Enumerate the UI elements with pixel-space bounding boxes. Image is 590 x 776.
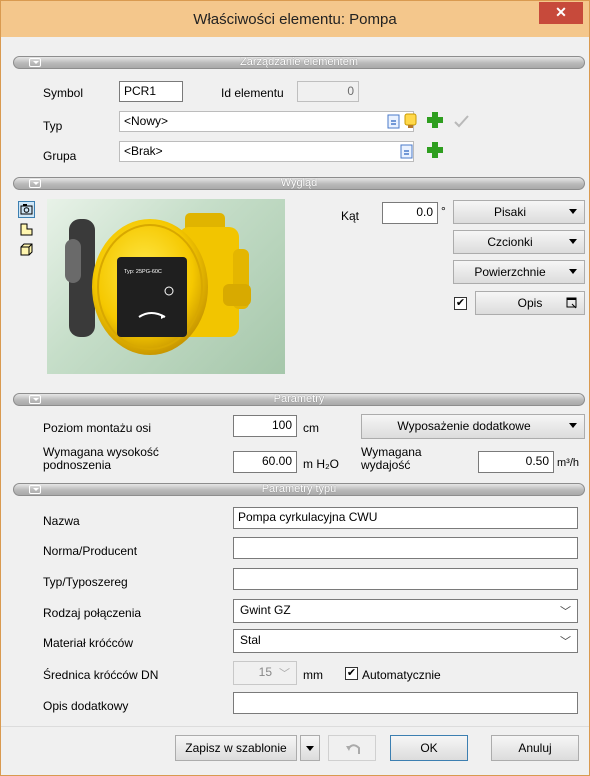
material-value: Stal: [240, 633, 261, 647]
view-camera-icon[interactable]: [18, 201, 35, 218]
lightbulb-icon[interactable]: [402, 113, 419, 130]
connection-select[interactable]: Gwint GZ ﹀: [233, 599, 578, 623]
extra-desc-input[interactable]: [233, 692, 578, 714]
chevron-down-icon: [306, 746, 314, 751]
undo-icon: [346, 744, 360, 754]
pens-label: Pisaki: [493, 205, 526, 219]
name-label: Nazwa: [43, 514, 80, 528]
surfaces-label: Powierzchnie: [474, 265, 546, 279]
chevron-down-icon: [569, 269, 577, 274]
norm-input[interactable]: [233, 537, 578, 559]
required-flow-unit: m³/h: [557, 457, 579, 469]
view-3d-icon[interactable]: [18, 241, 35, 258]
element-preview-image: Typ: 25PG-60C: [47, 199, 285, 374]
ok-button[interactable]: OK: [390, 735, 468, 761]
open-window-icon: [566, 297, 577, 309]
series-input[interactable]: [233, 568, 578, 590]
connection-label: Rodzaj połączenia: [43, 606, 142, 620]
add-group-icon[interactable]: [425, 140, 445, 160]
angle-input[interactable]: 0.0: [382, 202, 438, 224]
norm-label: Norma/Producent: [43, 544, 138, 558]
save-template-button[interactable]: Zapisz w szablonie: [175, 735, 297, 761]
window-title: Właściwości elementu: Pompa: [193, 11, 397, 28]
title-bar[interactable]: Właściwości elementu: Pompa ✕: [1, 1, 589, 37]
close-button[interactable]: ✕: [539, 2, 583, 24]
required-height-label: Wymagana wysokość podnoszenia: [43, 445, 159, 472]
section-header-management[interactable]: Zarządzanie elementem: [13, 56, 585, 69]
name-input[interactable]: Pompa cyrkulacyjna CWU: [233, 507, 578, 529]
view-2d-icon[interactable]: [18, 221, 35, 238]
required-height-unit: m H₂O: [303, 457, 339, 471]
extra-equipment-label: Wyposażenie dodatkowe: [397, 419, 531, 433]
connection-value: Gwint GZ: [240, 603, 291, 617]
material-label: Materiał króćców: [43, 636, 134, 650]
extra-equipment-dropdown-button[interactable]: Wyposażenie dodatkowe: [361, 414, 585, 439]
pump-type-label: Typ: 25PG-60C: [124, 269, 162, 275]
section-title: Zarządzanie elementem: [239, 56, 358, 68]
description-checkbox[interactable]: ✔: [454, 297, 467, 310]
axis-level-input[interactable]: 100: [233, 415, 297, 437]
chevron-down-icon: ﹀: [560, 606, 571, 618]
chevron-down-icon: ﹀: [279, 668, 290, 680]
section-header-parameters[interactable]: Parametry: [13, 393, 585, 406]
dn-select: 15 ﹀: [233, 661, 297, 685]
section-header-appearance[interactable]: Wygląd: [13, 177, 585, 190]
axis-level-unit: cm: [303, 421, 319, 435]
chevron-down-icon: ﹀: [560, 636, 571, 648]
footer-divider: [1, 726, 589, 727]
symbol-input[interactable]: PCR1: [119, 81, 183, 102]
chevron-down-icon: [569, 209, 577, 214]
undo-button: [328, 735, 376, 761]
pens-dropdown-button[interactable]: Pisaki: [453, 200, 585, 224]
extra-desc-label: Opis dodatkowy: [43, 699, 129, 713]
dn-label: Średnica króćców DN: [43, 668, 159, 682]
section-title: Wygląd: [280, 177, 318, 189]
description-button[interactable]: Opis: [475, 291, 585, 315]
angle-unit: °: [441, 204, 446, 218]
symbol-label: Symbol: [43, 86, 84, 100]
type-field[interactable]: <Nowy>: [119, 111, 414, 132]
material-select[interactable]: Stal ﹀: [233, 629, 578, 653]
section-header-type-parameters[interactable]: Parametry typu: [13, 483, 585, 496]
axis-level-label: Poziom montażu osi: [43, 421, 152, 435]
angle-label: Kąt: [341, 209, 360, 223]
cancel-button[interactable]: Anuluj: [491, 735, 579, 761]
type-label: Typ: [43, 119, 63, 133]
save-template-dropdown[interactable]: [300, 735, 320, 761]
required-flow-label: Wymagana wydajość: [361, 445, 422, 472]
id-label: Id elementu: [221, 86, 284, 100]
check-icon: [453, 113, 470, 130]
add-type-icon[interactable]: [425, 110, 445, 130]
description-label: Opis: [517, 296, 543, 310]
series-label: Typ/Typoszereg: [43, 575, 128, 589]
chevron-down-icon: [569, 239, 577, 244]
required-height-input[interactable]: 60.00: [233, 451, 297, 473]
dn-unit: mm: [303, 668, 323, 682]
surfaces-dropdown-button[interactable]: Powierzchnie: [453, 260, 585, 284]
auto-label: Automatycznie: [362, 668, 441, 682]
required-flow-input[interactable]: 0.50: [478, 451, 554, 473]
auto-checkbox[interactable]: ✔: [345, 667, 358, 680]
info-icon[interactable]: [399, 143, 416, 160]
chevron-down-icon: [569, 423, 577, 428]
section-title: Parametry typu: [261, 483, 337, 495]
group-field[interactable]: <Brak>: [119, 141, 414, 162]
dialog-window: Właściwości elementu: Pompa ✕ Zarządzani…: [0, 0, 590, 776]
section-title: Parametry: [273, 393, 325, 405]
info-icon[interactable]: [386, 113, 403, 130]
id-input: 0: [297, 81, 359, 102]
group-label: Grupa: [43, 149, 77, 163]
dn-value: 15: [258, 665, 272, 679]
fonts-label: Czcionki: [487, 235, 533, 249]
fonts-dropdown-button[interactable]: Czcionki: [453, 230, 585, 254]
